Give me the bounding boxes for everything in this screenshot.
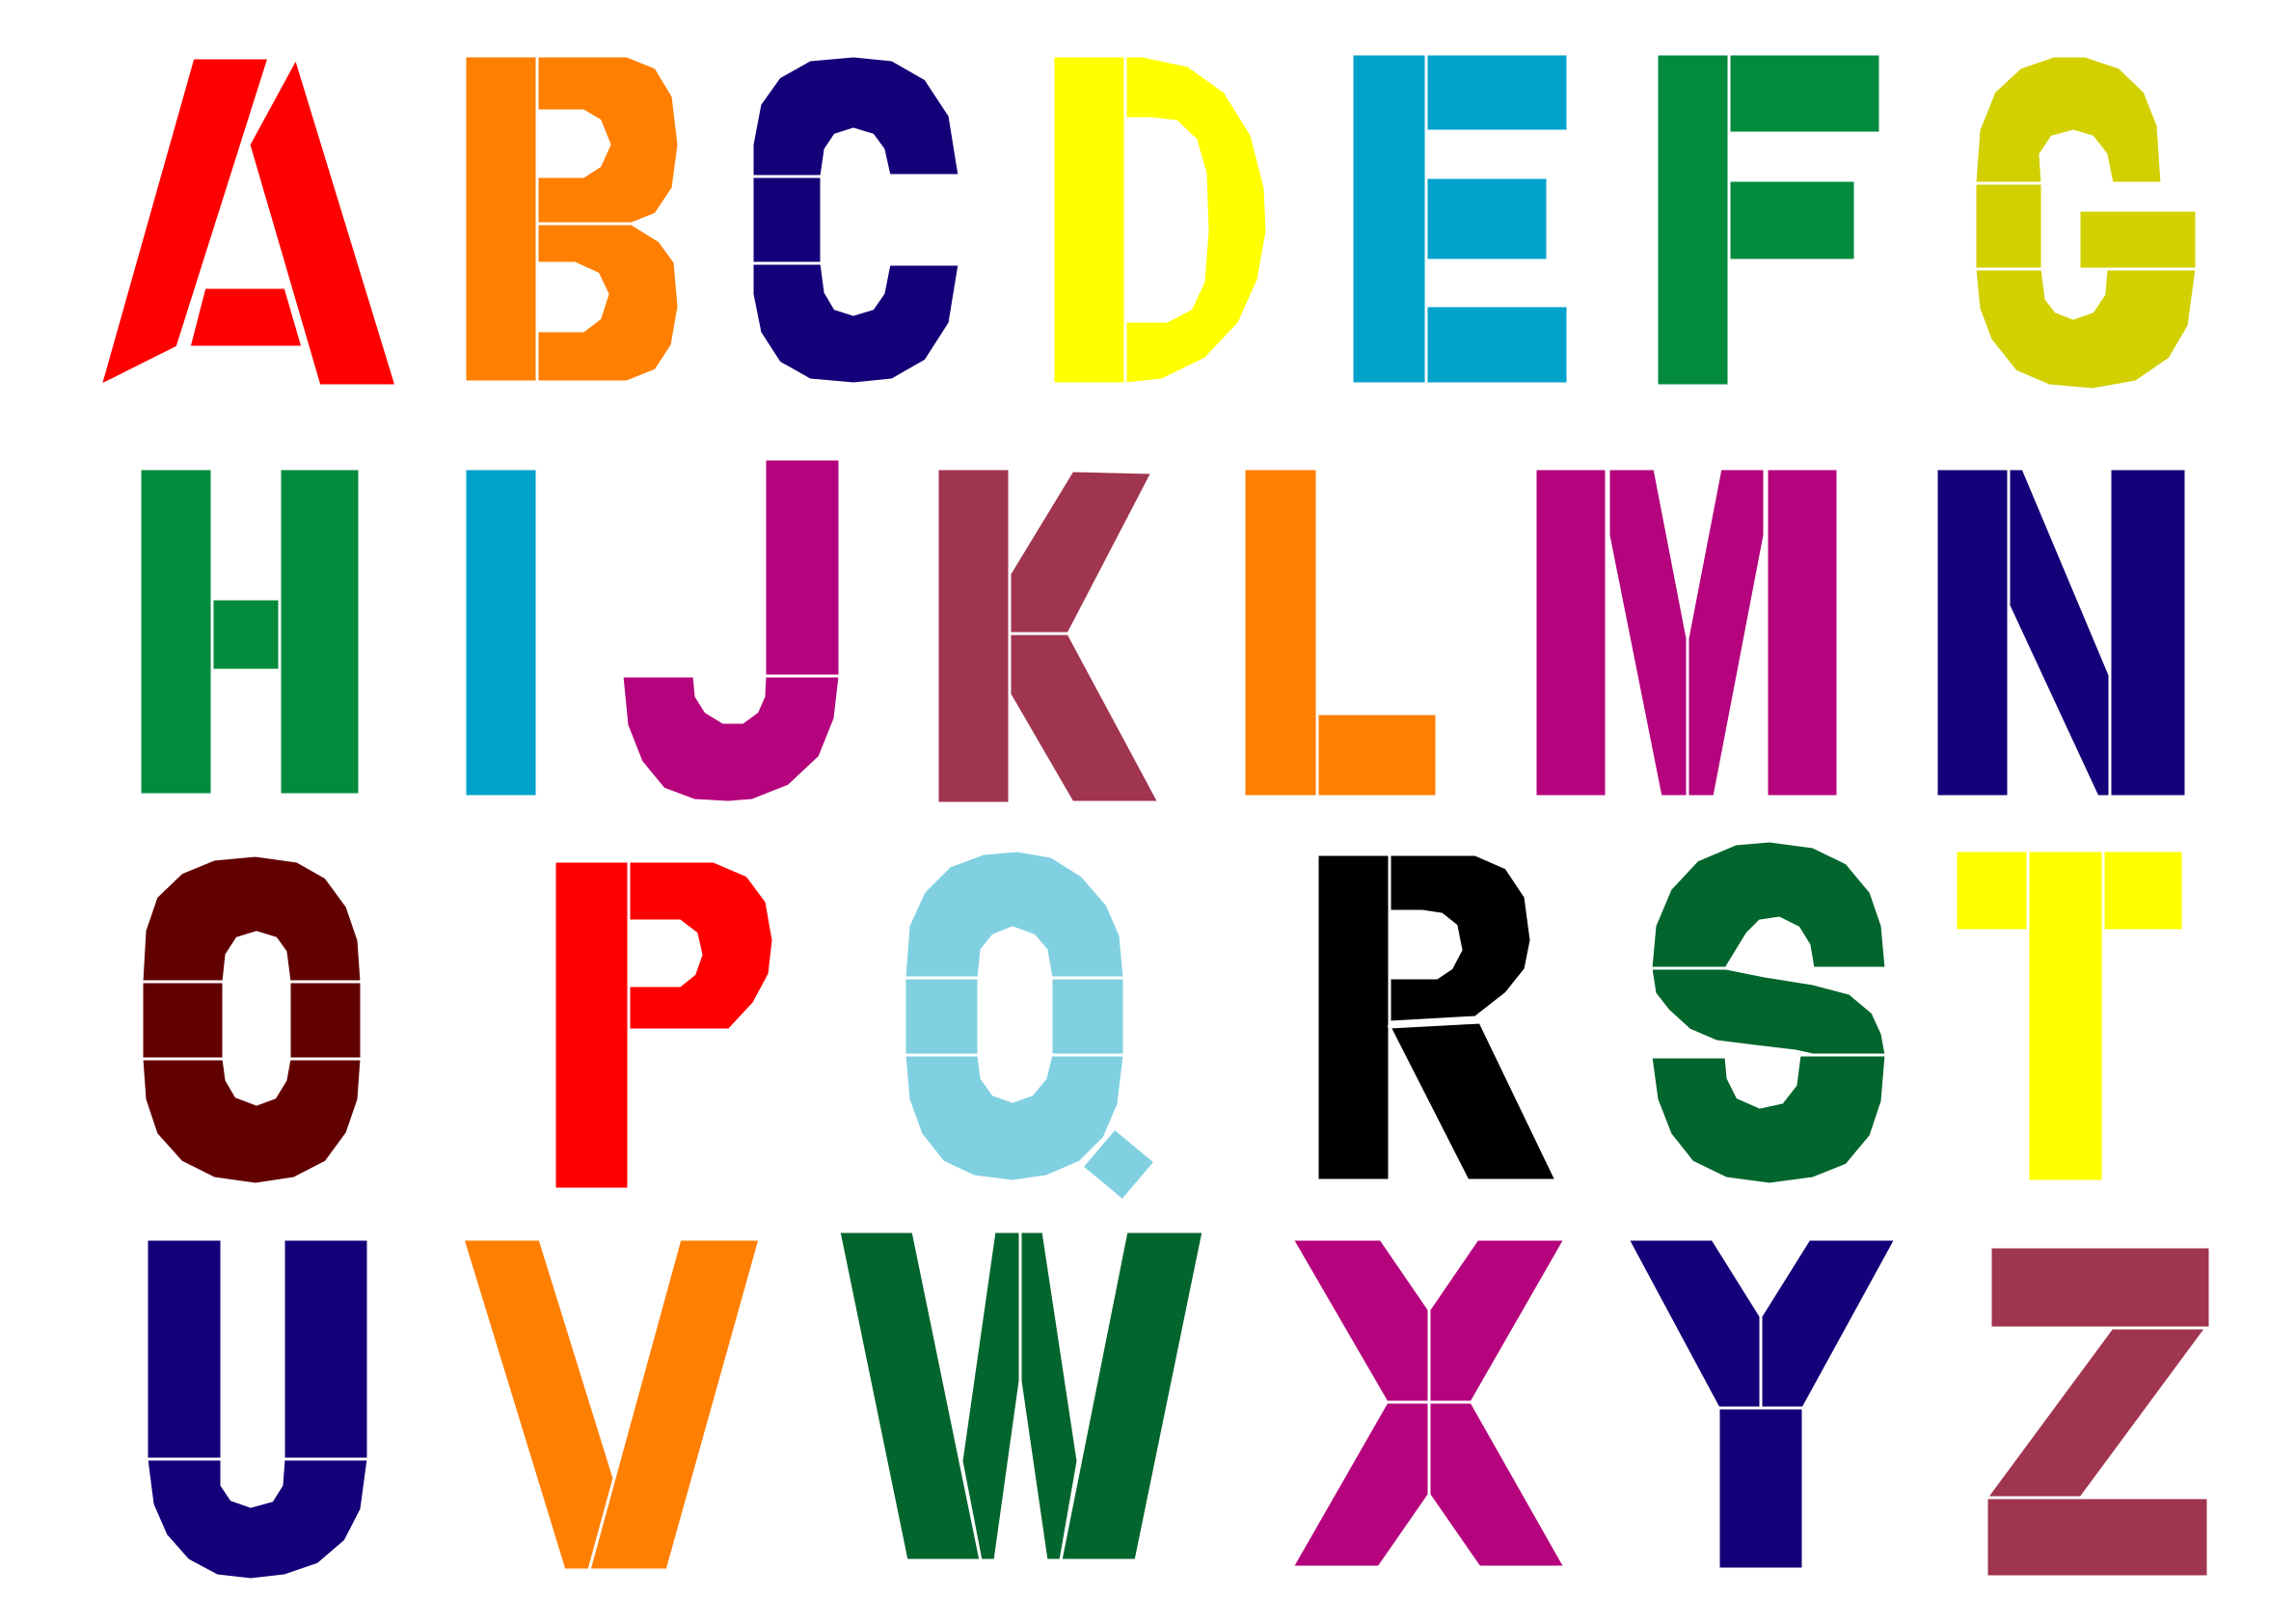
letter-e: [1350, 52, 1570, 386]
letter-b: [463, 54, 681, 384]
alphabet-stencil-board: [0, 0, 2296, 1624]
letter-s: [1649, 839, 1888, 1186]
letter-i: [463, 467, 539, 798]
